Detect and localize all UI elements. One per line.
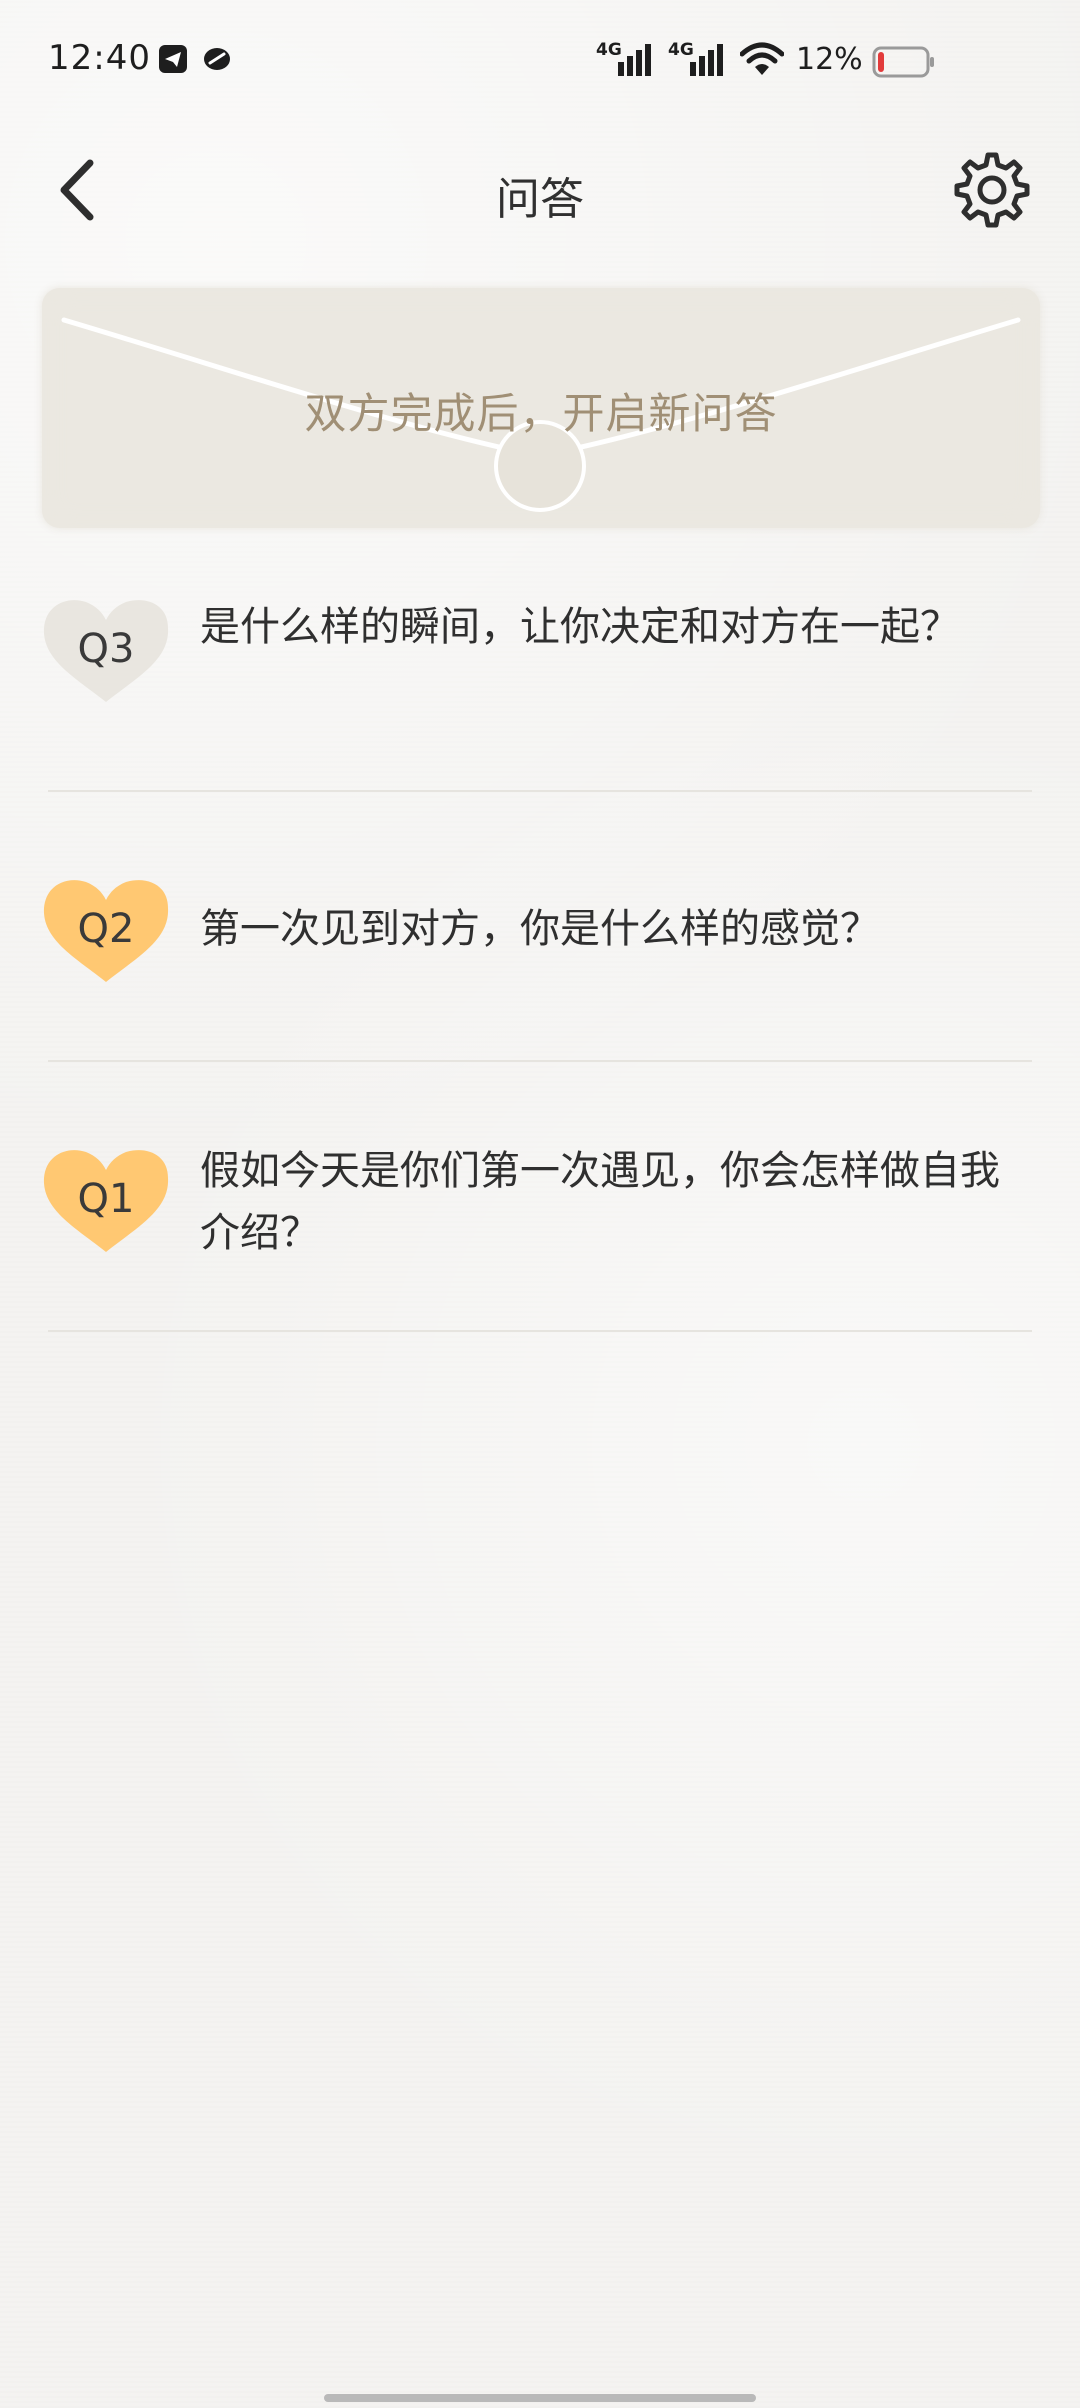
question-item-q2[interactable]: Q2 第一次见到对方，你是什么样的感觉？ <box>0 870 1080 1060</box>
question-label: Q1 <box>77 1176 135 1222</box>
battery-icon <box>872 46 936 78</box>
divider <box>48 1060 1032 1062</box>
question-label: Q3 <box>77 626 135 672</box>
divider <box>48 790 1032 792</box>
settings-button[interactable] <box>952 150 1032 230</box>
gear-icon <box>952 152 1032 234</box>
signal-icon: 4G <box>596 40 658 80</box>
status-time: 12:40 <box>48 38 151 78</box>
info-banner: 双方完成后，开启新问答 <box>42 288 1040 528</box>
status-bar: 12:40 4G 4G 12% <box>0 0 1080 125</box>
question-text: 假如今天是你们第一次遇见，你会怎样做自我介绍？ <box>200 1148 1000 1256</box>
question-item-q3[interactable]: Q3 是什么样的瞬间，让你决定和对方在一起？ <box>0 590 1080 790</box>
telegram-icon <box>158 44 188 74</box>
question-text: 是什么样的瞬间，让你决定和对方在一起？ <box>200 604 960 650</box>
battery-percent: 12% <box>796 42 863 77</box>
signal-icon: 4G <box>668 40 730 80</box>
page-title: 问答 <box>496 174 584 225</box>
banner-text: 双方完成后，开启新问答 <box>304 389 778 438</box>
app-icon <box>202 44 232 74</box>
heart-badge-icon: Q1 <box>36 1140 176 1260</box>
heart-badge-icon: Q3 <box>36 590 176 710</box>
divider <box>48 1330 1032 1332</box>
wifi-icon <box>739 42 785 78</box>
question-item-q1[interactable]: Q1 假如今天是你们第一次遇见，你会怎样做自我介绍？ <box>0 1140 1080 1330</box>
home-indicator[interactable] <box>324 2394 756 2402</box>
question-label: Q2 <box>77 906 135 952</box>
question-text: 第一次见到对方，你是什么样的感觉？ <box>200 906 880 952</box>
heart-badge-icon: Q2 <box>36 870 176 990</box>
